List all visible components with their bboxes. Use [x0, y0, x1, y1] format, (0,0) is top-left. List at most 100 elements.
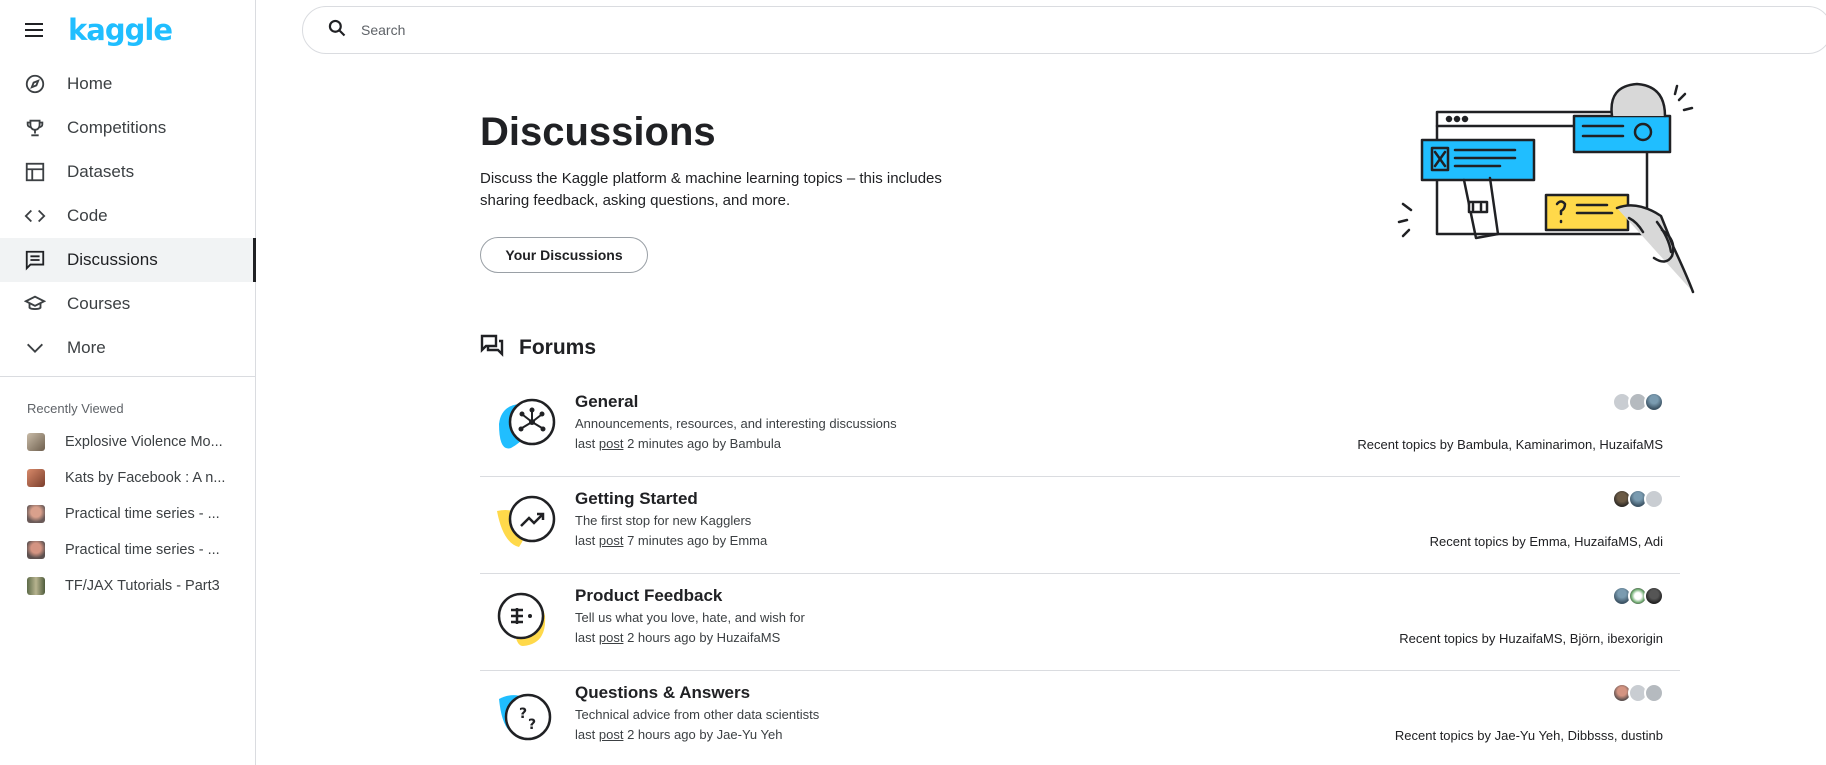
- forum-row-general[interactable]: General Announcements, resources, and in…: [480, 380, 1680, 477]
- sidebar-item-competitions[interactable]: Competitions: [0, 106, 255, 150]
- compass-icon: [24, 73, 46, 95]
- forum-name[interactable]: Getting Started: [575, 489, 767, 509]
- recently-viewed-item[interactable]: Practical time series - ...: [0, 496, 255, 532]
- forum-last-post: last post 7 minutes ago by Emma: [575, 533, 767, 548]
- forum-description: The first stop for new Kagglers: [575, 513, 752, 528]
- forum-text: General Announcements, resources, and in…: [575, 392, 897, 451]
- sidebar-header: kaggle: [0, 0, 255, 60]
- sidebar-item-code[interactable]: Code: [0, 194, 255, 238]
- page-description: Discuss the Kaggle platform & machine le…: [480, 170, 942, 209]
- sidebar-nav: Home Competitions Datasets Code Discussi…: [0, 62, 256, 370]
- post-link[interactable]: post: [599, 436, 624, 451]
- post-link[interactable]: post: [599, 630, 624, 645]
- sidebar-item-label: Courses: [67, 294, 131, 313]
- sidebar-item-label: More: [67, 338, 106, 357]
- sidebar-item-label: Datasets: [67, 162, 135, 181]
- forum-row-product-feedback[interactable]: Product Feedback Tell us what you love, …: [480, 574, 1680, 671]
- forum-icon: [480, 333, 504, 362]
- comment-icon: [24, 249, 46, 271]
- last-suffix: 2 minutes ago by Bambula: [627, 436, 781, 451]
- sidebar-item-datasets[interactable]: Datasets: [0, 150, 255, 194]
- network-icon: [495, 394, 557, 456]
- sidebar-divider: [0, 376, 255, 377]
- avatar[interactable]: [1644, 586, 1664, 606]
- recently-viewed-item[interactable]: TF/JAX Tutorials - Part3: [0, 568, 255, 604]
- last-suffix: 7 minutes ago by Emma: [627, 533, 768, 548]
- sidebar-item-label: Discussions: [67, 250, 158, 269]
- search-bar[interactable]: [302, 6, 1826, 54]
- forum-text: Getting Started The first stop for new K…: [575, 489, 767, 548]
- forum-list: General Announcements, resources, and in…: [480, 380, 1680, 765]
- sidebar-item-courses[interactable]: Courses: [0, 282, 255, 326]
- recently-viewed-title: Recently Viewed: [27, 401, 124, 416]
- thumbnail-image: [27, 433, 45, 451]
- sidebar: kaggle Home Competitions Datasets Code D…: [0, 0, 256, 765]
- search-icon: [327, 18, 347, 43]
- post-link[interactable]: post: [599, 727, 624, 742]
- forum-last-post: last post 2 hours ago by Jae-Yu Yeh: [575, 727, 819, 742]
- chevron-down-icon: [24, 337, 46, 359]
- forum-last-post: last post 2 minutes ago by Bambula: [575, 436, 897, 451]
- recently-viewed-label: Practical time series - ...: [65, 542, 220, 558]
- code-icon: [24, 205, 46, 227]
- trophy-icon: [24, 117, 46, 139]
- recently-viewed-label: Practical time series - ...: [65, 506, 220, 522]
- forum-row-questions-answers[interactable]: ? ? Questions & Answers Technical advice…: [480, 671, 1680, 765]
- forum-text: Product Feedback Tell us what you love, …: [575, 586, 805, 645]
- school-icon: [24, 293, 46, 315]
- forum-recent-topics: Recent topics by Bambula, Kaminarimon, H…: [1357, 437, 1663, 452]
- forum-last-post: last post 2 hours ago by HuzaifaMS: [575, 630, 805, 645]
- feedback-icon: [495, 588, 557, 650]
- thumbnail-image: [27, 577, 45, 595]
- avatar[interactable]: [1644, 489, 1664, 509]
- search-input[interactable]: [361, 22, 961, 38]
- last-suffix: 2 hours ago by Jae-Yu Yeh: [627, 727, 783, 742]
- recently-viewed-label: TF/JAX Tutorials - Part3: [65, 578, 220, 594]
- thumbnail-image: [27, 469, 45, 487]
- hero-illustration: [1397, 80, 1697, 300]
- recently-viewed-item[interactable]: Explosive Violence Mo...: [0, 424, 255, 460]
- last-suffix: 2 hours ago by HuzaifaMS: [627, 630, 781, 645]
- forums-header: Forums: [480, 333, 596, 362]
- sidebar-item-label: Competitions: [67, 118, 167, 137]
- forum-description: Announcements, resources, and interestin…: [575, 416, 897, 431]
- forum-row-getting-started[interactable]: Getting Started The first stop for new K…: [480, 477, 1680, 574]
- thumbnail-image: [27, 541, 45, 559]
- sidebar-item-home[interactable]: Home: [0, 62, 255, 106]
- avatar-group: [1612, 683, 1664, 703]
- forums-title: Forums: [519, 335, 597, 359]
- last-prefix: last: [575, 727, 596, 742]
- last-prefix: last: [575, 533, 596, 548]
- svg-text:?: ?: [519, 706, 527, 722]
- your-discussions-button[interactable]: Your Discussions: [480, 237, 648, 273]
- forum-name[interactable]: General: [575, 392, 897, 412]
- last-prefix: last: [575, 630, 596, 645]
- forum-text: Questions & Answers Technical advice fro…: [575, 683, 819, 742]
- forum-description: Technical advice from other data scienti…: [575, 707, 820, 722]
- sidebar-item-label: Home: [67, 74, 113, 93]
- avatar[interactable]: [1644, 392, 1664, 412]
- forum-recent-topics: Recent topics by HuzaifaMS, Björn, ibexo…: [1399, 631, 1663, 646]
- post-link[interactable]: post: [599, 533, 624, 548]
- forum-description: Tell us what you love, hate, and wish fo…: [575, 610, 805, 625]
- forum-recent-topics: Recent topics by Emma, HuzaifaMS, Adi: [1429, 534, 1663, 549]
- last-prefix: last: [575, 436, 596, 451]
- thumbnail-image: [27, 505, 45, 523]
- sidebar-item-more[interactable]: More: [0, 326, 255, 370]
- sidebar-item-discussions[interactable]: Discussions: [0, 238, 256, 282]
- forum-name[interactable]: Questions & Answers: [575, 683, 819, 703]
- kaggle-logo[interactable]: kaggle: [68, 13, 173, 47]
- question-icon: ? ?: [495, 685, 557, 747]
- avatar[interactable]: [1644, 683, 1664, 703]
- recently-viewed-item[interactable]: Kats by Facebook : A n...: [0, 460, 255, 496]
- menu-icon[interactable]: [22, 18, 46, 42]
- recently-viewed-label: Explosive Violence Mo...: [65, 434, 223, 450]
- svg-text:?: ?: [528, 717, 536, 733]
- forum-name[interactable]: Product Feedback: [575, 586, 805, 606]
- avatar-group: [1612, 586, 1664, 606]
- recently-viewed-label: Kats by Facebook : A n...: [65, 470, 226, 486]
- recently-viewed-item[interactable]: Practical time series - ...: [0, 532, 255, 568]
- recently-viewed-list: Explosive Violence Mo... Kats by Faceboo…: [0, 424, 255, 604]
- forum-recent-topics: Recent topics by Jae-Yu Yeh, Dibbsss, du…: [1394, 728, 1663, 743]
- table-icon: [24, 161, 46, 183]
